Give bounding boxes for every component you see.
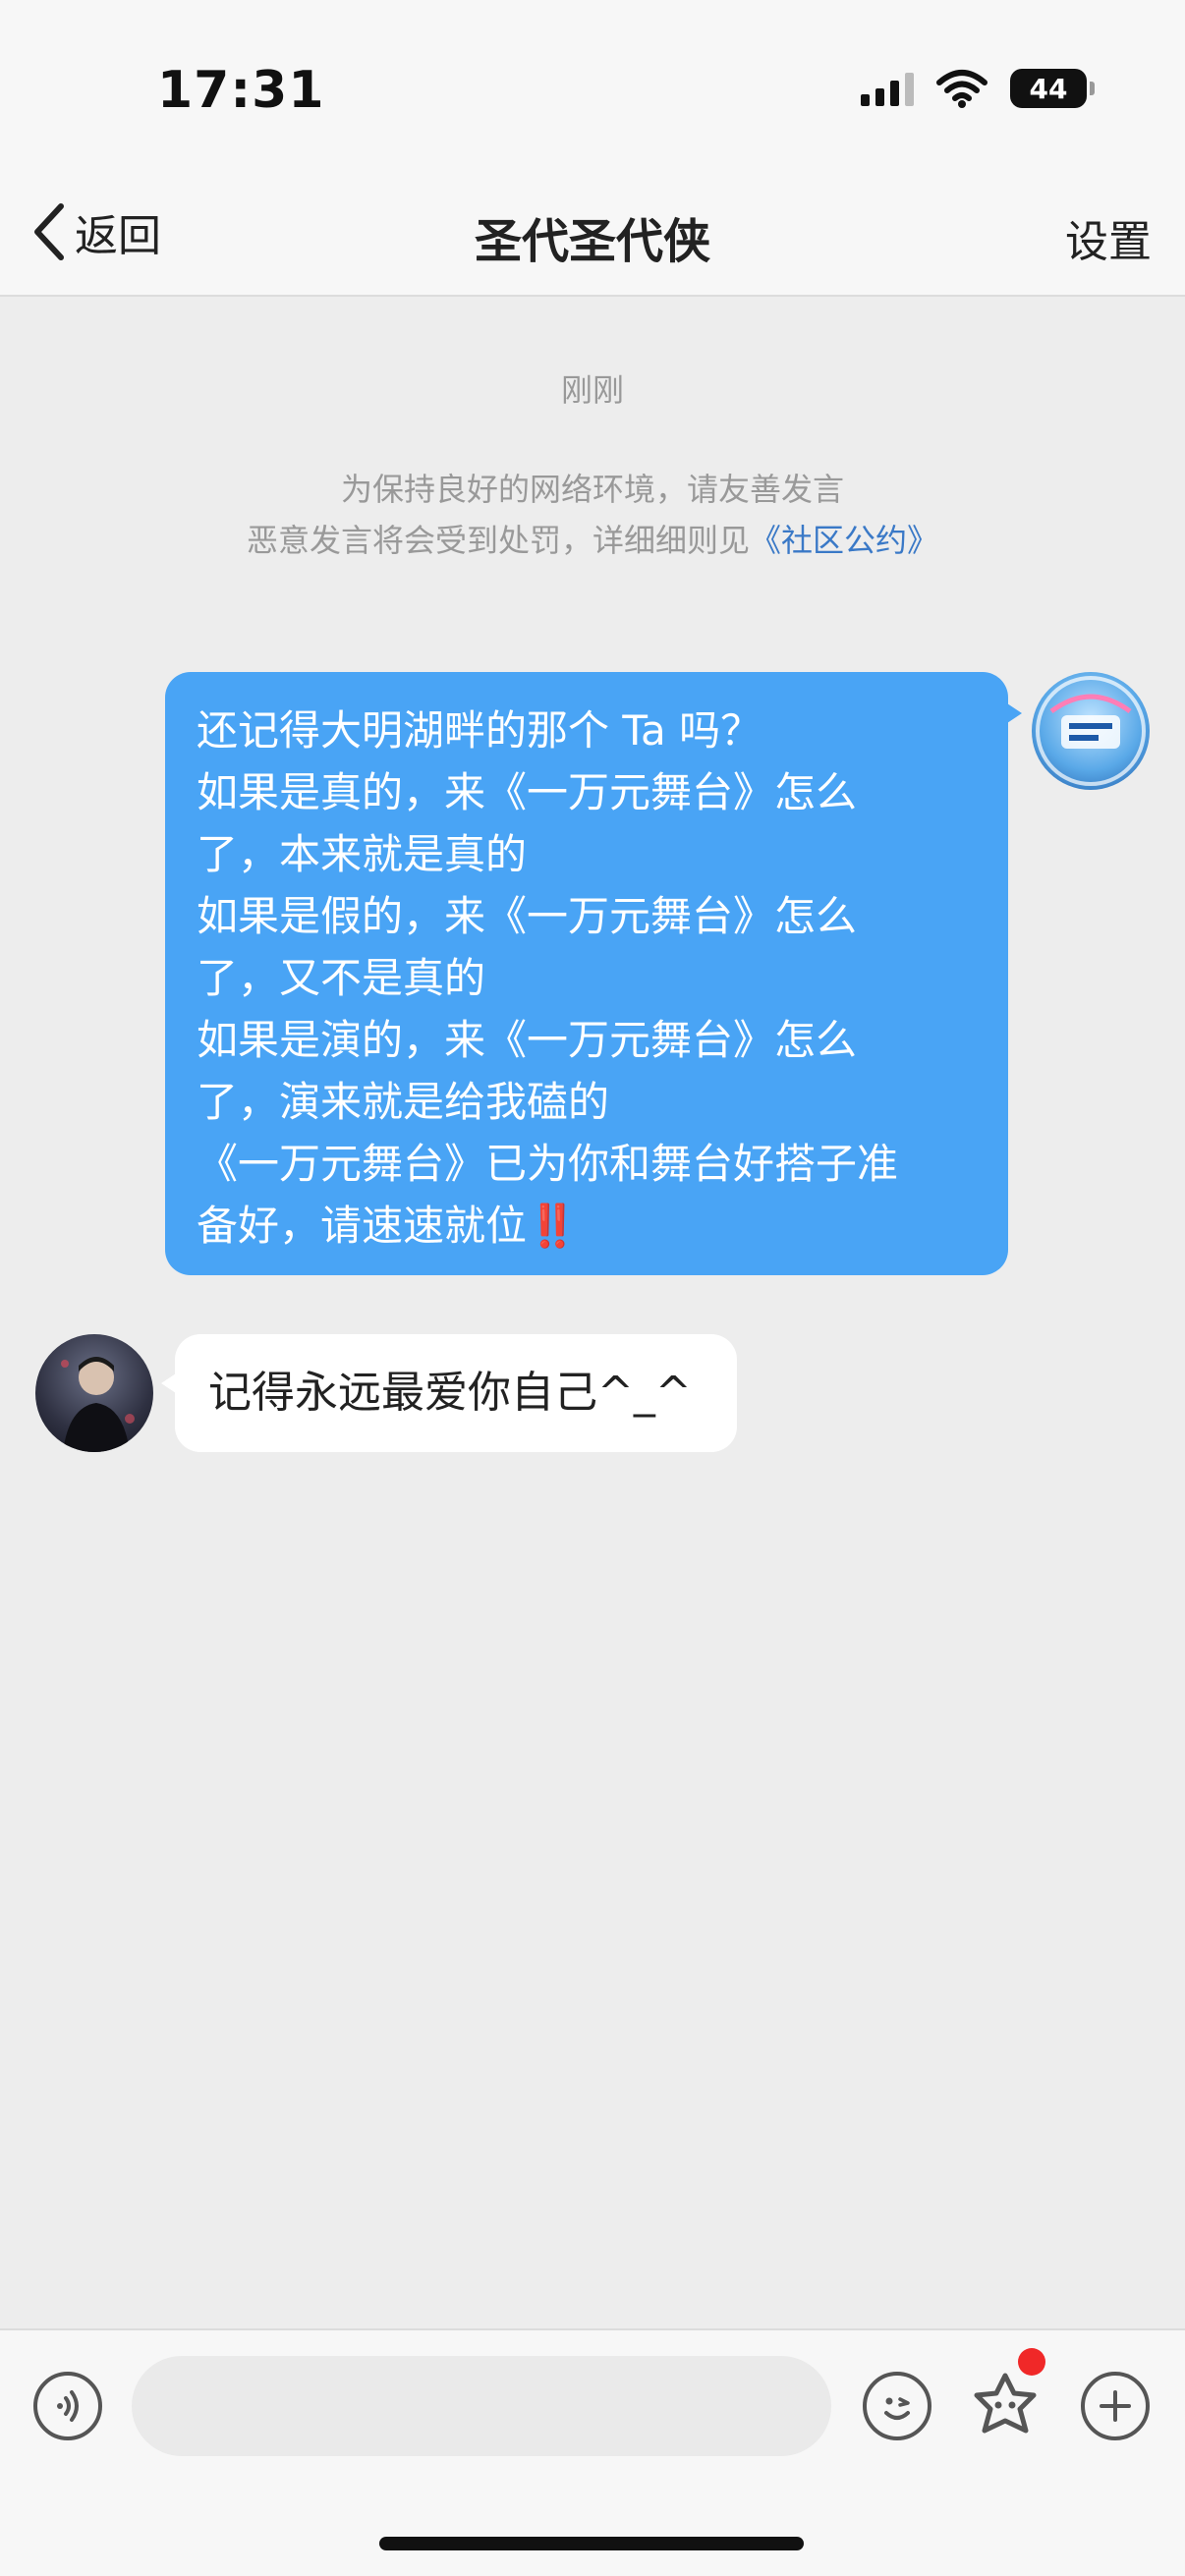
emoji-icon	[884, 2397, 910, 2420]
voice-icon	[57, 2390, 79, 2422]
message-line: 备好，请速速就位‼️	[197, 1202, 579, 1250]
chat-timestamp: 刚刚	[560, 371, 624, 409]
outgoing-message-bubble[interactable]: 还记得大明湖畔的那个 Ta 吗？ 如果是真的，来《一万元舞台》怎么 了，本来就是…	[165, 672, 1022, 1275]
show-logo-icon	[1036, 676, 1146, 786]
signal-icon	[861, 71, 914, 106]
message-input[interactable]	[132, 2356, 831, 2456]
message-line: 如果是真的，来《一万元舞台》怎么	[197, 768, 858, 816]
community-rules-link[interactable]: 《社区公约》	[750, 522, 938, 559]
sticker-button[interactable]	[967, 2368, 1044, 2444]
nav-bar: 返回 圣代圣代侠 设置	[0, 177, 1185, 297]
settings-button[interactable]: 设置	[1065, 206, 1152, 269]
wifi-icon	[936, 70, 988, 108]
home-indicator	[379, 2537, 804, 2550]
status-time: 17:31	[157, 61, 325, 120]
notice-line-1: 为保持良好的网络环境，请友善发言	[340, 471, 844, 508]
page-title: 圣代圣代侠	[474, 214, 710, 269]
battery-icon: 44	[1010, 69, 1095, 108]
battery-level: 44	[1029, 72, 1068, 105]
incoming-message-bubble[interactable]: 记得永远最爱你自己^_^	[161, 1334, 737, 1452]
message-line: 如果是演的，来《一万元舞台》怎么	[197, 1016, 858, 1064]
more-button[interactable]	[1081, 2372, 1150, 2440]
voice-button[interactable]	[33, 2372, 102, 2440]
status-bar: 17:31 44	[0, 0, 1185, 177]
message-line: 了，又不是真的	[197, 954, 486, 1002]
notification-badge	[1018, 2348, 1045, 2376]
person-photo-icon	[61, 1357, 135, 1452]
community-notice: 为保持良好的网络环境，请友善发言 恶意发言将会受到处罚，详细细则见《社区公约》	[0, 464, 1185, 566]
sender-avatar[interactable]	[1032, 672, 1150, 790]
message-line: 《一万元舞台》已为你和舞台好搭子准	[197, 1140, 899, 1188]
message-line: 了，本来就是真的	[197, 830, 528, 878]
message-line: 还记得大明湖畔的那个 Ta 吗？	[197, 706, 762, 755]
notice-line-2-text: 恶意发言将会受到处罚，详细细则见	[246, 522, 750, 559]
plus-icon	[1100, 2390, 1131, 2422]
notice-line-2: 恶意发言将会受到处罚，详细细则见《社区公约》	[0, 515, 1185, 566]
message-line: 了，演来就是给我磕的	[197, 1078, 610, 1126]
contact-avatar[interactable]	[35, 1334, 153, 1452]
emoji-button[interactable]	[863, 2372, 931, 2440]
message-line: 如果是假的，来《一万元舞台》怎么	[197, 892, 858, 940]
status-icons: 44	[861, 69, 1095, 108]
sticker-icon	[974, 2373, 1037, 2434]
